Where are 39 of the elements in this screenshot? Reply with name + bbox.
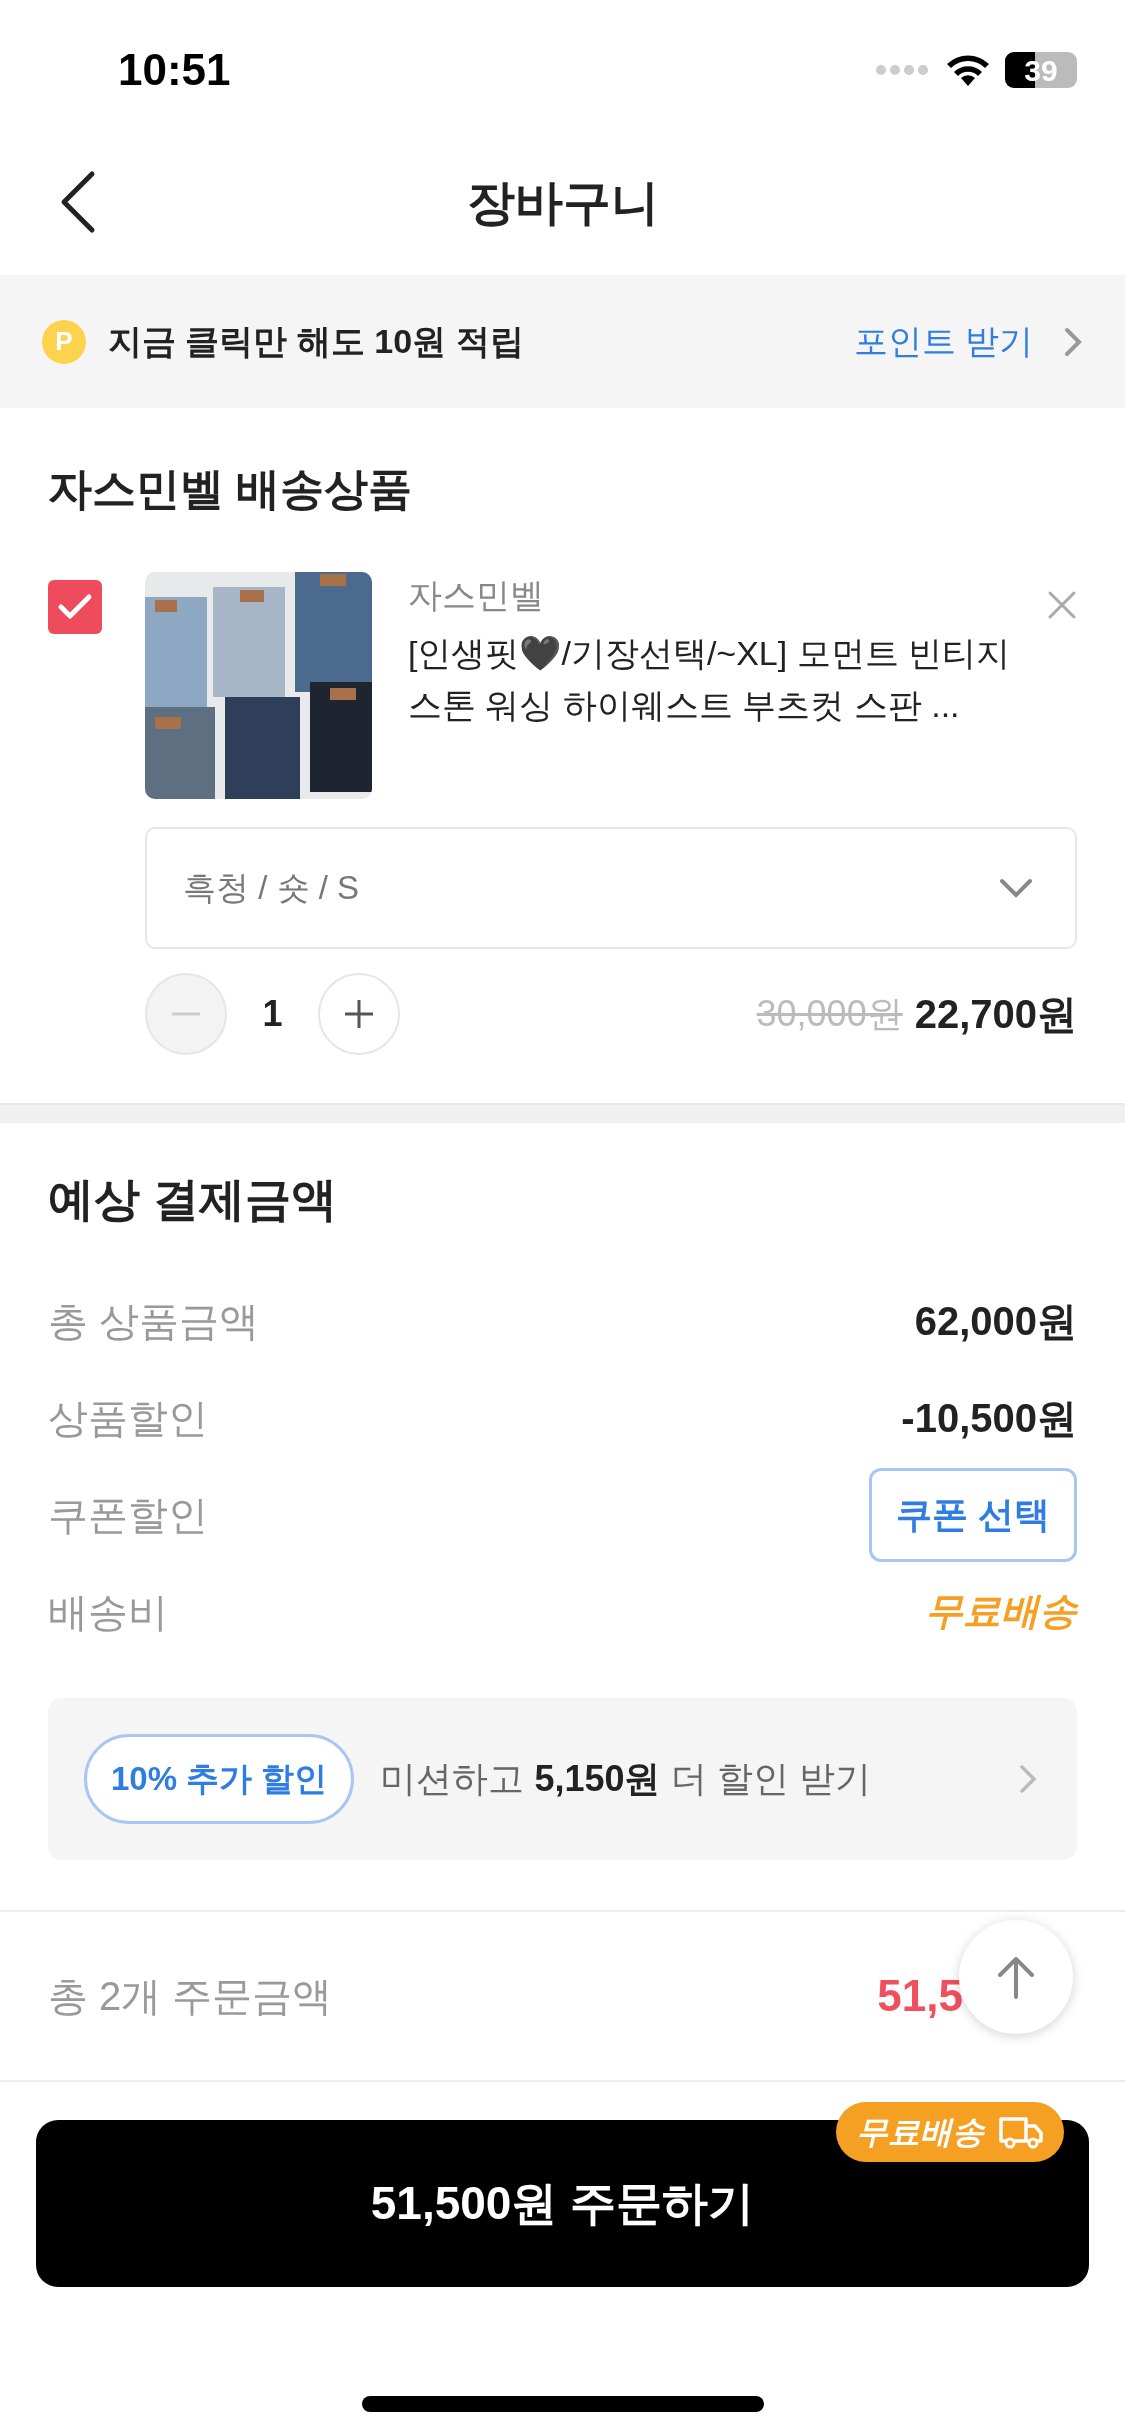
discount-tag: 10% 추가 할인 (84, 1734, 355, 1824)
plus-icon (344, 999, 374, 1029)
check-icon (57, 593, 93, 621)
mission-banner[interactable]: 10% 추가 할인 미션하고 5,150원 더 할인 받기 (48, 1698, 1077, 1860)
section-title: 예상 결제금액 (48, 1172, 338, 1227)
summary-label: 쿠폰할인 (48, 1491, 208, 1539)
product-title: [인생핏🖤/기장선택/~XL] 모먼트 빈티지 스톤 워싱 하이웨스트 부츠컷 스판 ... (408, 633, 1012, 726)
brand-name: 자스민벨 (408, 575, 545, 616)
minus-icon (171, 1012, 201, 1016)
arrow-up-icon (996, 1955, 1036, 1999)
signal-icon (875, 64, 931, 76)
page-title: 장바구니 (466, 174, 659, 231)
points-link[interactable]: 포인트 받기 (853, 316, 1033, 367)
total-amount: 51,5 (877, 1970, 963, 2022)
option-dropdown[interactable]: 흑청 / 숏 / S (145, 827, 1077, 949)
sale-price: 22,700원 (914, 991, 1077, 1038)
truck-icon (998, 2114, 1044, 2150)
summary-label: 총 상품금액 (48, 1297, 260, 1345)
summary-label: 배송비 (48, 1588, 168, 1636)
chevron-right-icon (1063, 325, 1083, 358)
summary-label: 상품할인 (48, 1394, 208, 1442)
points-message: 지금 클릭만 해도 10원 적립 (108, 321, 525, 362)
mission-text: 미션하고 5,150원 더 할인 받기 (380, 1757, 872, 1801)
free-shipping-label: 무료배송 (925, 1589, 1077, 1634)
section-title: 자스민벨 배송상품 (48, 463, 414, 515)
item-checkbox[interactable] (48, 580, 102, 634)
chevron-down-icon (999, 878, 1033, 898)
points-banner[interactable]: P 지금 클릭만 해도 10원 적립 포인트 받기 (0, 275, 1125, 408)
clock-time: 10:51 (118, 44, 231, 96)
wifi-icon (945, 53, 991, 87)
summary-value: 62,000원 (914, 1297, 1077, 1345)
quantity-value: 1 (261, 992, 284, 1036)
total-label: 총 2개 주문금액 (48, 1973, 333, 2020)
summary-value: -10,500원 (901, 1394, 1077, 1442)
close-icon[interactable] (1047, 590, 1077, 620)
original-price: 30,000원 (756, 992, 903, 1036)
point-badge: P (42, 319, 86, 364)
chevron-right-icon (1019, 1764, 1037, 1794)
coupon-button[interactable]: 쿠폰 선택 (869, 1467, 1077, 1562)
